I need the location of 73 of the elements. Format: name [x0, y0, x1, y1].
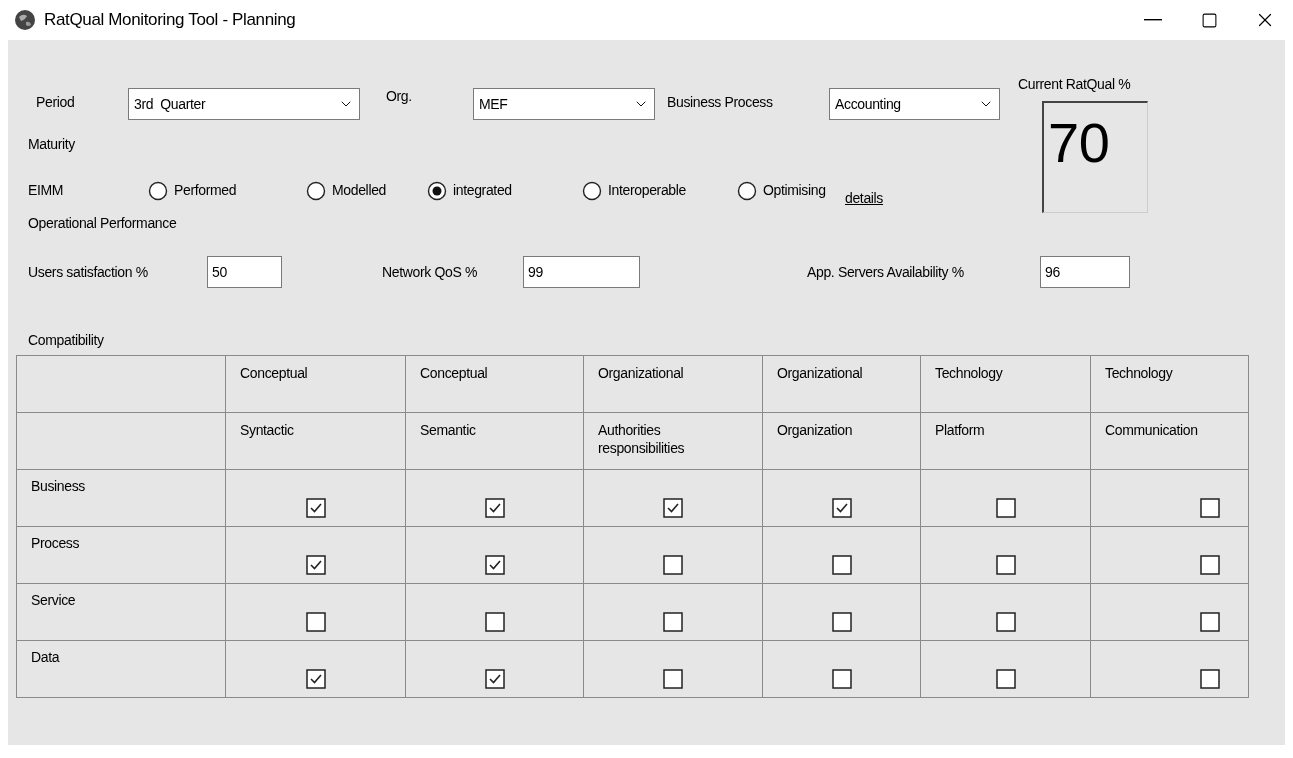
checkbox[interactable] [1200, 669, 1220, 689]
checkbox[interactable] [1200, 498, 1220, 518]
column-header: Technology [1090, 355, 1249, 413]
ratqual-label: Current RatQual % [1018, 75, 1132, 94]
checkbox[interactable] [305, 498, 326, 518]
radio-button[interactable] [427, 180, 447, 201]
metric-label: Network QoS % [382, 262, 479, 282]
globe-icon [14, 9, 36, 31]
column-header: Communication [1090, 412, 1249, 470]
column-header: Organization [762, 412, 921, 470]
dropdown[interactable]: 3rd Quarter [128, 88, 360, 120]
filter-label: Period [36, 93, 76, 112]
radio-button[interactable] [148, 180, 168, 201]
filter-label: Org. [386, 87, 413, 106]
checkbox[interactable] [995, 555, 1016, 575]
metric-label: App. Servers Availability % [807, 262, 965, 282]
radio-button[interactable] [582, 180, 602, 201]
radio-button[interactable] [737, 180, 757, 201]
checkbox[interactable] [663, 612, 683, 632]
ratqual-value: 70 [1042, 101, 1148, 213]
column-header: Technology [920, 355, 1091, 413]
column-header: Platform [920, 412, 1091, 470]
section-heading: Operational Performance [28, 214, 177, 233]
section-heading: Maturity [27, 135, 75, 154]
row-header: Business [16, 469, 226, 527]
checkbox[interactable] [995, 669, 1016, 689]
checkbox[interactable] [831, 612, 852, 632]
checkbox[interactable] [831, 669, 852, 689]
dropdown[interactable]: Accounting [829, 88, 1000, 120]
checkbox[interactable] [484, 612, 505, 632]
radio-label[interactable]: Optimising [763, 180, 826, 201]
minimize-icon [1144, 19, 1162, 21]
checkbox[interactable] [484, 669, 505, 689]
checkbox[interactable] [305, 612, 326, 632]
input-field[interactable]: 99 [523, 256, 640, 288]
checkbox[interactable] [484, 498, 505, 518]
input-field[interactable]: 50 [207, 256, 282, 288]
maximize-icon [1200, 11, 1218, 29]
column-header: Syntactic [225, 412, 406, 470]
checkbox[interactable] [995, 498, 1016, 518]
checkbox[interactable] [663, 555, 683, 575]
row-header: Data [16, 640, 226, 698]
checkbox[interactable] [663, 498, 683, 518]
column-header: Semantic [405, 412, 584, 470]
scale-label: EIMM [28, 181, 65, 200]
checkbox[interactable] [831, 498, 852, 518]
window-title: RatQual Monitoring Tool - Planning [44, 9, 296, 32]
input-field[interactable]: 96 [1040, 256, 1130, 288]
details-link[interactable]: details [845, 188, 884, 209]
checkbox[interactable] [663, 669, 683, 689]
column-header: Organizational [762, 355, 921, 413]
radio-button[interactable] [306, 180, 326, 201]
checkbox[interactable] [1200, 612, 1220, 632]
column-header: Authorities responsibilities [583, 412, 763, 470]
filter-label: Business Process [667, 93, 774, 112]
radio-label[interactable]: Modelled [332, 180, 386, 201]
row-header: Process [16, 526, 226, 584]
checkbox[interactable] [305, 555, 326, 575]
column-header: Conceptual [225, 355, 406, 413]
column-header: Organizational [583, 355, 763, 413]
metric-label: Users satisfaction % [28, 262, 149, 282]
radio-label[interactable]: Performed [174, 180, 237, 201]
checkbox[interactable] [305, 669, 326, 689]
section-heading: Compatibility [28, 331, 104, 350]
checkbox[interactable] [484, 555, 505, 575]
column-header: Conceptual [405, 355, 584, 413]
checkbox[interactable] [995, 612, 1016, 632]
radio-label[interactable]: Interoperable [608, 180, 686, 201]
radio-label[interactable]: integrated [453, 180, 512, 201]
checkbox[interactable] [831, 555, 852, 575]
checkbox[interactable] [1200, 555, 1220, 575]
row-header: Service [16, 583, 226, 641]
dropdown[interactable]: MEF [473, 88, 655, 120]
